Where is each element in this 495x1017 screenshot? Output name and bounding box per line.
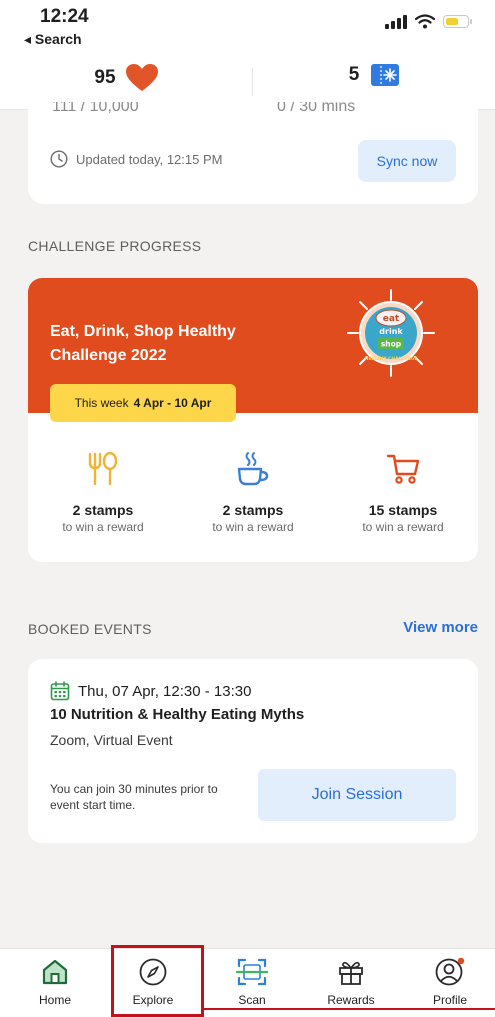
gift-icon — [339, 961, 363, 985]
event-location: Zoom, Virtual Event — [50, 732, 173, 748]
stamp-food: 2 stamps to win a reward — [28, 450, 178, 534]
wifi-icon — [415, 14, 435, 29]
view-more-link[interactable]: View more — [403, 619, 478, 636]
tab-scan[interactable]: Scan — [212, 957, 292, 1007]
join-session-button[interactable]: Join Session — [258, 769, 456, 821]
stamp-drink-sub: to win a reward — [212, 520, 294, 534]
signal-icon — [385, 14, 407, 29]
stamp-shop-count: 15 stamps — [368, 502, 438, 518]
stamp-shop: 15 stamps to win a reward — [328, 450, 478, 534]
scan-icon — [236, 958, 268, 986]
event-card[interactable]: Thu, 07 Apr, 12:30 - 13:30 10 Nutrition … — [28, 659, 478, 843]
logo-eat-word: eat — [383, 314, 400, 324]
tab-rewards-label: Rewards — [327, 993, 375, 1007]
stamp-food-count: 2 stamps — [72, 502, 134, 518]
last-updated: Updated today, 12:15 PM — [50, 150, 222, 168]
status-bar: 12:24 ◂ Search — [0, 0, 495, 52]
tab-explore[interactable]: Explore — [113, 957, 193, 1007]
stamp-progress-row: 2 stamps to win a reward 2 stamps to win… — [28, 450, 478, 534]
compass-icon — [139, 958, 167, 986]
back-to-search-link[interactable]: ◂ Search — [24, 31, 82, 48]
hearts-counter[interactable]: 95 — [0, 64, 252, 92]
sync-now-button[interactable]: Sync now — [358, 140, 456, 182]
status-time: 12:24 — [40, 6, 89, 27]
stamp-food-sub: to win a reward — [62, 520, 144, 534]
clock-icon — [50, 150, 68, 168]
challenge-logo-icon: eat drink shop HEALTHY CHALLENGE — [347, 289, 435, 377]
tab-rewards[interactable]: Rewards — [311, 957, 391, 1007]
event-date: Thu, 07 Apr, 12:30 - 13:30 — [78, 682, 252, 700]
shopping-cart-icon — [386, 454, 420, 484]
stamps-value: 5 — [348, 64, 360, 85]
tab-explore-label: Explore — [132, 993, 174, 1007]
tab-home[interactable]: Home — [15, 957, 95, 1007]
tab-profile-label: Profile — [432, 993, 467, 1007]
battery-icon — [443, 15, 472, 28]
stamps-counter[interactable]: 5 — [253, 64, 495, 86]
stamp-drink: 2 stamps to win a reward — [178, 450, 328, 534]
booked-events-heading: BOOKED EVENTS — [28, 621, 152, 637]
fork-spoon-icon — [88, 452, 118, 486]
home-icon — [42, 959, 68, 985]
event-title: 10 Nutrition & Healthy Eating Myths — [50, 706, 305, 723]
logo-drink-word: drink — [379, 327, 403, 336]
activity-sync-card: 111 / 10,000 0 / 30 mins Updated today, … — [28, 102, 478, 204]
stamp-shop-sub: to win a reward — [362, 520, 444, 534]
week-prefix: This week — [74, 396, 129, 410]
annotation-line — [204, 1008, 495, 1010]
week-range: 4 Apr - 10 Apr — [133, 396, 212, 410]
bottom-tab-bar: Home Explore Scan Rewards Profile — [0, 948, 495, 1017]
calendar-icon — [50, 681, 70, 701]
week-range-pill: This week 4 Apr - 10 Apr — [50, 384, 236, 422]
heart-icon — [125, 64, 158, 91]
hearts-value: 95 — [94, 67, 116, 88]
logo-shop-word: shop — [381, 340, 402, 349]
stamp-drink-count: 2 stamps — [222, 502, 284, 518]
minutes-progress: 0 / 30 mins — [277, 102, 356, 115]
tab-scan-label: Scan — [238, 993, 266, 1007]
tab-profile[interactable]: Profile — [410, 957, 490, 1007]
last-updated-text: Updated today, 12:15 PM — [76, 151, 223, 167]
ticket-icon — [371, 64, 400, 86]
steps-progress: 111 / 10,000 — [52, 102, 139, 115]
partial-activity-stats: 111 / 10,000 0 / 30 mins — [52, 102, 452, 116]
challenge-title: Eat, Drink, Shop Healthy Challenge 2022 — [50, 323, 236, 364]
profile-icon — [435, 957, 465, 986]
tab-home-label: Home — [38, 993, 71, 1007]
logo-healthy-challenge-word: HEALTHY CHALLENGE — [365, 356, 418, 362]
event-join-note: You can join 30 minutes prior to event s… — [50, 782, 218, 812]
challenge-card[interactable]: Eat, Drink, Shop Healthy Challenge 2022 … — [28, 278, 478, 562]
status-icons — [385, 14, 472, 29]
challenge-progress-heading: CHALLENGE PROGRESS — [28, 238, 202, 254]
event-date-row: Thu, 07 Apr, 12:30 - 13:30 — [50, 681, 251, 701]
coffee-cup-icon — [237, 452, 269, 486]
